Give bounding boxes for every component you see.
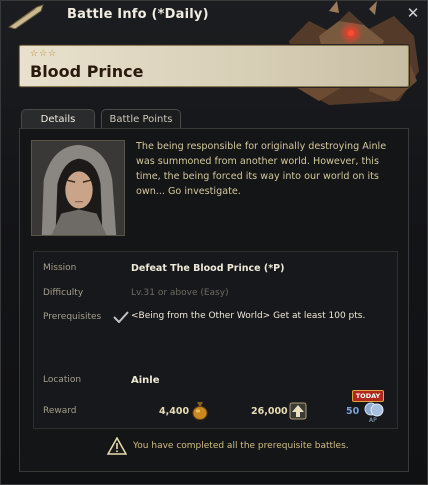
difficulty-stars: ☆☆☆ [30,49,58,59]
boss-banner: ☆☆☆ Blood Prince [19,45,409,87]
exp-arrow-icon [289,402,307,420]
checkmark-icon [113,311,129,323]
reward-gold-amount: 4,400 [159,406,190,417]
quill-icon [7,4,44,29]
mission-value: Defeat The Blood Prince (*P) [131,263,285,274]
location-value: Ainle [131,375,160,386]
prerequisites-value: <Being from the Other World> Get at leas… [131,311,366,321]
reward-exp-amount: 26,000 [251,406,288,417]
boss-name: Blood Prince [30,62,144,81]
hooded-figure-portrait [31,140,125,236]
ap-label: AP [369,417,377,424]
warning-icon [107,437,127,455]
window-title: Battle Info (*Daily) [67,7,209,22]
difficulty-label: Difficulty [43,288,84,298]
gold-pouch-icon [192,402,208,420]
difficulty-value: Lv.31 or above (Easy) [131,288,229,298]
reward-ap-amount: 50 [346,406,360,417]
prerequisites-label: Prerequisites [43,312,102,322]
battle-description: The being responsible for originally des… [136,141,387,197]
battle-info-box [33,251,398,429]
tab-battle-points[interactable]: Battle Points [101,109,181,129]
prerequisite-notice: You have completed all the prerequisite … [133,441,349,451]
reward-label: Reward [43,406,77,416]
tab-details[interactable]: Details [21,109,95,129]
mission-label: Mission [43,263,77,273]
battle-info-window: Battle Info (*Daily) ✕ ☆☆☆ Blood Prince … [0,0,428,485]
location-label: Location [43,375,82,385]
